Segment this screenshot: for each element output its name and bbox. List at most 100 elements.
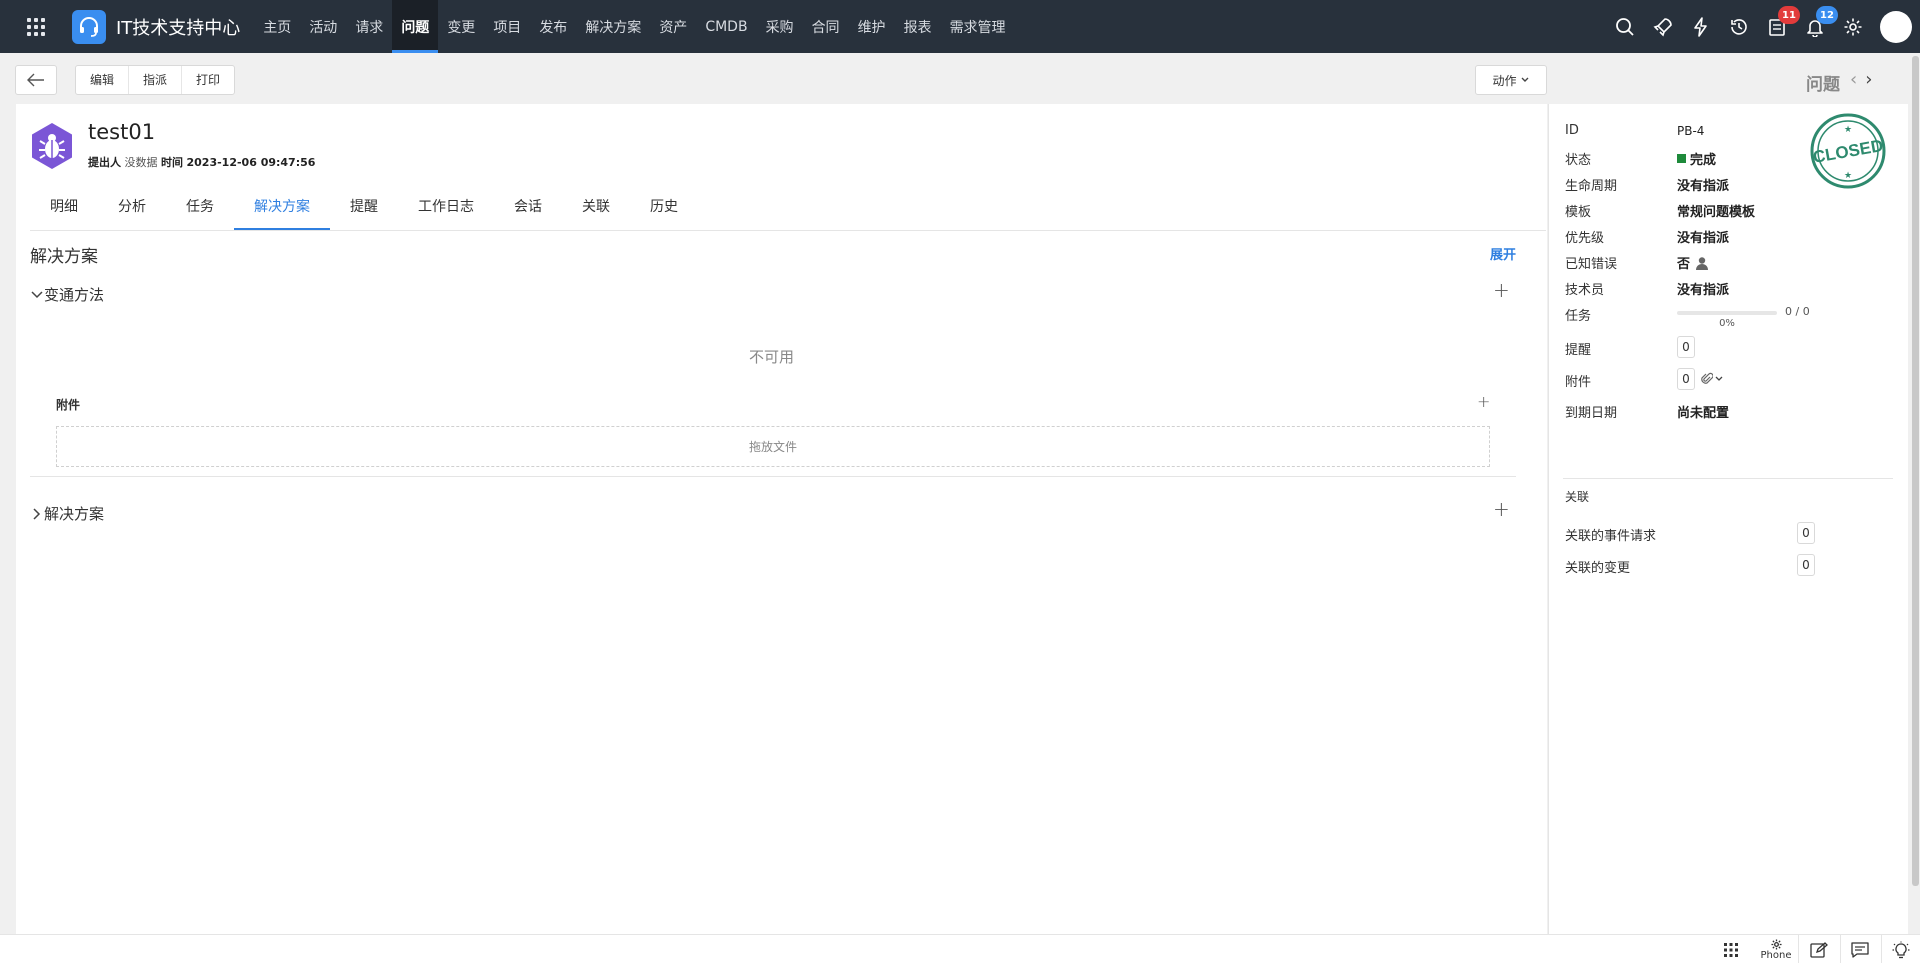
prop-value[interactable]: 尚未配置 (1677, 402, 1729, 421)
section-title: 解决方案 (30, 247, 98, 267)
print-button[interactable]: 打印 (182, 66, 234, 94)
history-icon[interactable] (1720, 0, 1758, 53)
dropzone-text: 拖放文件 (748, 440, 797, 454)
user-avatar[interactable] (1880, 10, 1912, 43)
prop-value[interactable]: 没有指派 (1677, 227, 1729, 246)
apps-grid-icon[interactable] (24, 15, 48, 39)
add-solution-icon[interactable]: + (1493, 497, 1510, 521)
stamp-text: CLOSED (1812, 136, 1885, 167)
back-button[interactable] (15, 65, 57, 95)
nav-item-home[interactable]: 主页 (254, 0, 300, 53)
related-incidents-count[interactable]: 0 (1797, 522, 1815, 544)
nav-item-releases[interactable]: 发布 (530, 0, 576, 53)
brand-title[interactable]: IT技术支持中心 (116, 14, 240, 40)
bell-icon[interactable]: 12 (1796, 0, 1838, 53)
sidebar-divider (1563, 478, 1893, 479)
chevron-right-icon (33, 507, 41, 520)
attachments-count[interactable]: 0 (1677, 368, 1695, 390)
detail-toolbar: 编辑 指派 打印 (15, 65, 236, 97)
tab-solution[interactable]: 解决方案 (234, 186, 330, 230)
record-pager: ‹ › (1850, 70, 1872, 90)
prop-technician: 技术员 没有指派 (1565, 279, 1729, 298)
nav-item-requests[interactable]: 请求 (346, 0, 392, 53)
prop-label: 状态 (1565, 153, 1592, 168)
rocket-icon[interactable] (1644, 0, 1682, 53)
nav-item-changes[interactable]: 变更 (438, 0, 484, 53)
solution-group-header[interactable]: 解决方案 (30, 503, 104, 524)
properties-sidebar: CLOSED ★ ★ ID PB-4 状态 完成 生命周期 没有指派 模板 常规… (1548, 104, 1908, 934)
time-label: 时间 (161, 156, 183, 169)
next-record-icon[interactable]: › (1865, 70, 1872, 90)
prop-value[interactable]: 常规问题模板 (1677, 201, 1755, 220)
workaround-group-header[interactable]: 变通方法 (30, 284, 104, 305)
attachments-label: 附件 (56, 398, 81, 412)
detail-tabs: 明细 分析 任务 解决方案 提醒 工作日志 会话 关联 历史 (30, 186, 1546, 231)
search-icon[interactable] (1606, 0, 1644, 53)
lightbulb-icon[interactable] (1884, 935, 1918, 963)
svg-text:★: ★ (1844, 171, 1852, 181)
related-changes-count[interactable]: 0 (1797, 554, 1815, 576)
reminders-count[interactable]: 0 (1677, 336, 1695, 358)
tab-analysis[interactable]: 分析 (98, 186, 166, 230)
nav-item-activity[interactable]: 活动 (300, 0, 346, 53)
add-attachment-icon[interactable]: + (1477, 392, 1490, 411)
previous-record-icon[interactable]: ‹ (1850, 70, 1857, 90)
add-workaround-icon[interactable]: + (1493, 278, 1510, 302)
prop-label: 关联的事件请求 (1565, 529, 1657, 544)
closed-stamp-icon: CLOSED ★ ★ (1810, 113, 1886, 189)
task-list-icon[interactable]: 11 (1758, 0, 1800, 53)
tab-history[interactable]: 历史 (630, 186, 698, 230)
paperclip-icon[interactable] (1701, 372, 1713, 386)
compose-icon[interactable] (1802, 935, 1836, 963)
tab-details[interactable]: 明细 (30, 186, 98, 230)
section-divider (30, 476, 1516, 477)
prop-label: 已知错误 (1565, 257, 1618, 272)
file-dropzone[interactable]: 拖放文件 (56, 426, 1490, 467)
action-dropdown-button[interactable]: 动作 (1475, 65, 1547, 95)
main-nav: 主页 活动 请求 问题 变更 项目 发布 解决方案 资产 CMDB 采购 合同 … (254, 0, 1014, 53)
tab-relations[interactable]: 关联 (562, 186, 630, 230)
nav-item-projects[interactable]: 项目 (484, 0, 530, 53)
nav-item-contracts[interactable]: 合同 (803, 0, 849, 53)
tab-tasks[interactable]: 任务 (166, 186, 234, 230)
nav-item-purchase[interactable]: 采购 (757, 0, 803, 53)
task-progress: 0% (1677, 305, 1777, 329)
prop-label: 优先级 (1565, 231, 1605, 246)
bottom-separator (1881, 935, 1882, 963)
bug-hexagon-icon (32, 123, 72, 169)
workaround-label: 变通方法 (44, 286, 105, 304)
nav-item-reports[interactable]: 报表 (895, 0, 941, 53)
tab-reminders[interactable]: 提醒 (330, 186, 398, 230)
nav-item-problems[interactable]: 问题 (392, 0, 439, 53)
ticket-title: test01 (88, 120, 156, 144)
nav-item-solutions[interactable]: 解决方案 (576, 0, 650, 53)
prop-value[interactable]: 没有指派 (1677, 279, 1729, 298)
nav-item-demand[interactable]: 需求管理 (941, 0, 1015, 53)
nav-item-cmdb[interactable]: CMDB (696, 0, 756, 53)
tab-conversations[interactable]: 会话 (494, 186, 562, 230)
known-error-value[interactable]: 否 (1677, 253, 1709, 272)
bottom-separator (1798, 935, 1799, 963)
related-title: 关联 (1565, 490, 1590, 504)
nav-item-maintenance[interactable]: 维护 (849, 0, 895, 53)
gear-icon[interactable] (1834, 0, 1872, 53)
phone-settings-button[interactable]: Phone (1756, 935, 1796, 963)
nav-item-assets[interactable]: 资产 (650, 0, 696, 53)
gear-icon (1770, 938, 1782, 950)
bottom-separator (1840, 935, 1841, 963)
prop-value[interactable]: 没有指派 (1677, 175, 1729, 194)
related-changes: 关联的变更 0 (1565, 554, 1815, 576)
chevron-down-icon[interactable] (1714, 375, 1724, 383)
expand-all-link[interactable]: 展开 (1490, 244, 1516, 263)
lightning-icon[interactable] (1682, 0, 1720, 53)
assign-button[interactable]: 指派 (129, 66, 183, 94)
page-scrollbar-thumb[interactable] (1912, 56, 1919, 886)
user-icon (1696, 256, 1709, 270)
chat-icon[interactable] (1843, 935, 1877, 963)
edit-button[interactable]: 编辑 (76, 66, 130, 94)
prop-reminders: 提醒 0 (1565, 336, 1695, 358)
status-value[interactable]: 完成 (1677, 149, 1716, 168)
prop-value: 完成 (1690, 153, 1717, 168)
dialpad-icon[interactable] (1714, 935, 1748, 963)
tab-worklog[interactable]: 工作日志 (398, 186, 494, 230)
